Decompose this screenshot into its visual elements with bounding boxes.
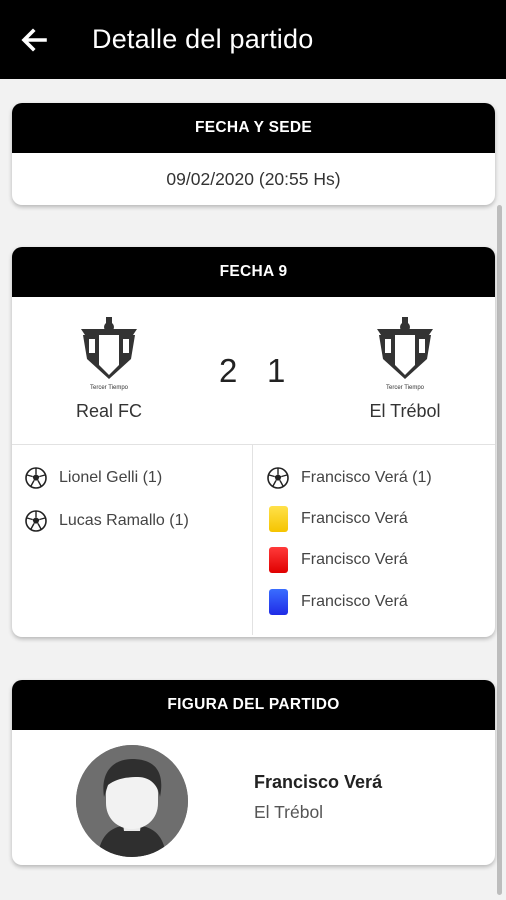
home-score: 2: [219, 352, 238, 389]
event-text: Lucas Ramallo (1): [59, 512, 189, 529]
player-of-match-card: FIGURA DEL PARTIDO Francisco Verá El Tré…: [12, 680, 495, 865]
yellow-card-icon: [266, 506, 290, 532]
event-text: Francisco Verá: [301, 510, 408, 527]
svg-text:Tercer Tiempo: Tercer Tiempo: [90, 385, 129, 391]
player-name: Francisco Verá: [254, 772, 383, 792]
round-header: FECHA 9: [12, 247, 495, 297]
home-team[interactable]: Tercer Tiempo Real FC: [34, 315, 184, 422]
soccer-ball-icon: [24, 508, 48, 534]
arrow-left-icon: [21, 27, 47, 52]
player-team: El Trébol: [254, 802, 324, 822]
away-team-name: El Trébol: [369, 401, 441, 421]
figure-header: FIGURA DEL PARTIDO: [12, 680, 495, 730]
event-item: Lucas Ramallo (1): [24, 508, 189, 534]
event-text: Francisco Verá (1): [301, 469, 432, 486]
back-button[interactable]: [16, 22, 52, 58]
soccer-ball-icon: [24, 465, 48, 491]
away-score: 1: [267, 352, 286, 389]
team-crest-icon: Tercer Tiempo: [377, 317, 433, 391]
team-crest-icon: Tercer Tiempo: [81, 317, 137, 391]
away-team[interactable]: Tercer Tiempo El Trébol: [330, 315, 480, 422]
event-text: Lionel Gelli (1): [59, 469, 163, 486]
figure-body[interactable]: Francisco Verá El Trébol: [12, 730, 495, 865]
home-team-name: Real FC: [75, 401, 142, 421]
event-item: Francisco Verá: [266, 547, 408, 573]
events-section: Lionel Gelli (1) Lucas Ramallo (1) Franc…: [12, 445, 495, 637]
scrollbar[interactable]: [497, 205, 502, 895]
blue-card-icon: [266, 589, 290, 615]
page-title: Detalle del partido: [92, 24, 314, 54]
date-venue-header: FECHA Y SEDE: [12, 103, 495, 153]
event-item: Francisco Verá: [266, 589, 408, 615]
event-item: Francisco Verá (1): [266, 465, 432, 491]
app-bar: Detalle del partido: [0, 0, 506, 79]
date-venue-card: FECHA Y SEDE 09/02/2020 (20:55 Hs): [12, 103, 495, 205]
soccer-ball-icon: [266, 465, 290, 491]
events-divider: [252, 445, 253, 635]
match-datetime: 09/02/2020 (20:55 Hs): [166, 168, 341, 189]
red-card-icon: [266, 547, 290, 573]
event-item: Francisco Verá: [266, 506, 408, 532]
event-text: Francisco Verá: [301, 551, 408, 568]
svg-text:Tercer Tiempo: Tercer Tiempo: [386, 385, 425, 391]
event-text: Francisco Verá: [301, 593, 408, 610]
match-card: FECHA 9 Tercer Tiempo Real FC 2 1 Tercer…: [12, 247, 495, 637]
event-item: Lionel Gelli (1): [24, 465, 162, 491]
player-avatar-icon: [76, 745, 188, 857]
teams-row: Tercer Tiempo Real FC 2 1 Tercer Tiempo …: [12, 297, 495, 445]
